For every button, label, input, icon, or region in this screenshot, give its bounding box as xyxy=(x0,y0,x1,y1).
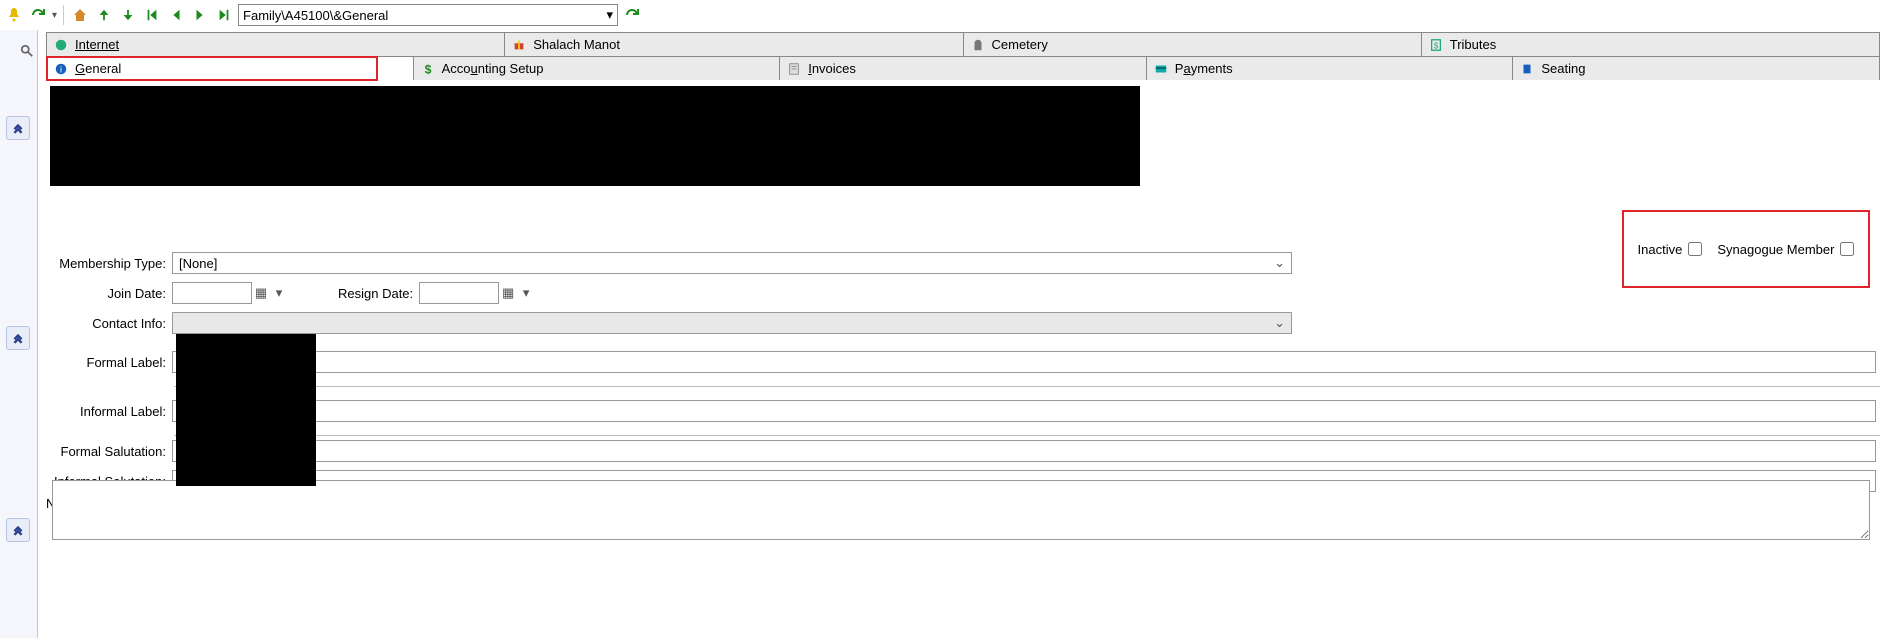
tab-seating[interactable]: Seating xyxy=(1513,56,1880,80)
chevron-down-icon[interactable]: ⌄ xyxy=(1274,315,1285,331)
main-toolbar: ▾ Family\A45100\&General ▾ xyxy=(0,0,1886,30)
breadcrumb-input[interactable]: Family\A45100\&General ▾ xyxy=(238,4,618,26)
combo-value: [None] xyxy=(179,256,217,271)
tab-general[interactable]: i General xyxy=(46,56,414,80)
first-icon[interactable] xyxy=(142,5,162,25)
notes-textarea[interactable] xyxy=(52,480,1870,540)
contact-info-label: Contact Info: xyxy=(46,316,172,331)
seat-icon xyxy=(1519,61,1535,77)
resign-date-input[interactable] xyxy=(419,282,499,304)
chevron-down-icon[interactable]: ▾ xyxy=(270,282,288,304)
tombstone-icon xyxy=(970,37,986,53)
redacted-header xyxy=(50,86,1140,186)
tab-invoices[interactable]: Invoices xyxy=(780,56,1147,80)
tab-label: Shalach Manot xyxy=(533,37,620,52)
tab-strip: Internet Shalach Manot Cemetery $ Tribut… xyxy=(46,32,1880,81)
search-icon[interactable] xyxy=(20,44,34,58)
calendar-icon[interactable]: ▦ xyxy=(499,282,517,304)
tab-label: Internet xyxy=(75,37,119,52)
breadcrumb-text: Family\A45100\&General xyxy=(243,8,388,23)
redo-icon[interactable] xyxy=(28,5,48,25)
collapse-button-2[interactable] xyxy=(6,326,30,350)
tab-label: Tributes xyxy=(1450,37,1496,52)
redacted-labels xyxy=(176,334,316,486)
informal-label-label: Informal Label: xyxy=(46,404,172,419)
up-arrow-icon[interactable] xyxy=(94,5,114,25)
tab-label: Cemetery xyxy=(992,37,1048,52)
tab-cemetery[interactable]: Cemetery xyxy=(964,32,1422,56)
tab-label: Payments xyxy=(1175,61,1233,76)
tab-shalach-manot[interactable]: Shalach Manot xyxy=(505,32,963,56)
informal-label-input[interactable] xyxy=(172,400,1876,422)
invoice-icon xyxy=(786,61,802,77)
dollar-doc-icon: $ xyxy=(1428,37,1444,53)
tab-label: Invoices xyxy=(808,61,856,76)
contact-info-combo[interactable]: ⌄ xyxy=(172,312,1292,334)
svg-text:$: $ xyxy=(1434,41,1439,50)
join-date-input[interactable] xyxy=(172,282,252,304)
general-form: Membership Type: [None] ⌄ Join Date: ▦ ▾… xyxy=(46,248,1880,638)
tab-label: Accounting Setup xyxy=(442,61,544,76)
home-icon[interactable] xyxy=(70,5,90,25)
collapse-button-1[interactable] xyxy=(6,116,30,140)
last-icon[interactable] xyxy=(214,5,234,25)
info-icon: i xyxy=(53,61,69,77)
chevron-down-icon[interactable]: ⌄ xyxy=(1274,255,1285,271)
card-icon xyxy=(1153,61,1169,77)
membership-type-label: Membership Type: xyxy=(46,256,172,271)
svg-text:$: $ xyxy=(424,62,431,76)
content-area: Inactive Synagogue Member Membership Typ… xyxy=(46,80,1880,638)
formal-salutation-input[interactable] xyxy=(172,440,1876,462)
calendar-icon[interactable]: ▦ xyxy=(252,282,270,304)
down-arrow-icon[interactable] xyxy=(118,5,138,25)
tab-accounting-setup[interactable]: $ Accounting Setup xyxy=(414,56,781,80)
svg-text:i: i xyxy=(60,64,62,74)
gift-icon xyxy=(511,37,527,53)
left-rail xyxy=(0,30,38,638)
dollar-icon: $ xyxy=(420,61,436,77)
tab-tributes[interactable]: $ Tributes xyxy=(1422,32,1880,56)
tab-payments[interactable]: Payments xyxy=(1147,56,1514,80)
go-icon[interactable] xyxy=(622,5,642,25)
formal-label-input[interactable] xyxy=(172,351,1876,373)
chevron-down-icon[interactable]: ▾ xyxy=(517,282,535,304)
tab-label: General xyxy=(75,61,121,76)
prev-icon[interactable] xyxy=(166,5,186,25)
join-date-label: Join Date: xyxy=(46,286,172,301)
globe-icon xyxy=(53,37,69,53)
collapse-button-3[interactable] xyxy=(6,518,30,542)
formal-salutation-label: Formal Salutation: xyxy=(46,444,172,459)
resign-date-label: Resign Date: xyxy=(338,286,419,301)
formal-label-label: Formal Label: xyxy=(46,355,172,370)
tab-internet[interactable]: Internet xyxy=(46,32,505,56)
membership-type-combo[interactable]: [None] ⌄ xyxy=(172,252,1292,274)
chevron-down-icon[interactable]: ▾ xyxy=(607,7,614,23)
bell-icon[interactable] xyxy=(4,5,24,25)
tab-label: Seating xyxy=(1541,61,1585,76)
next-icon[interactable] xyxy=(190,5,210,25)
